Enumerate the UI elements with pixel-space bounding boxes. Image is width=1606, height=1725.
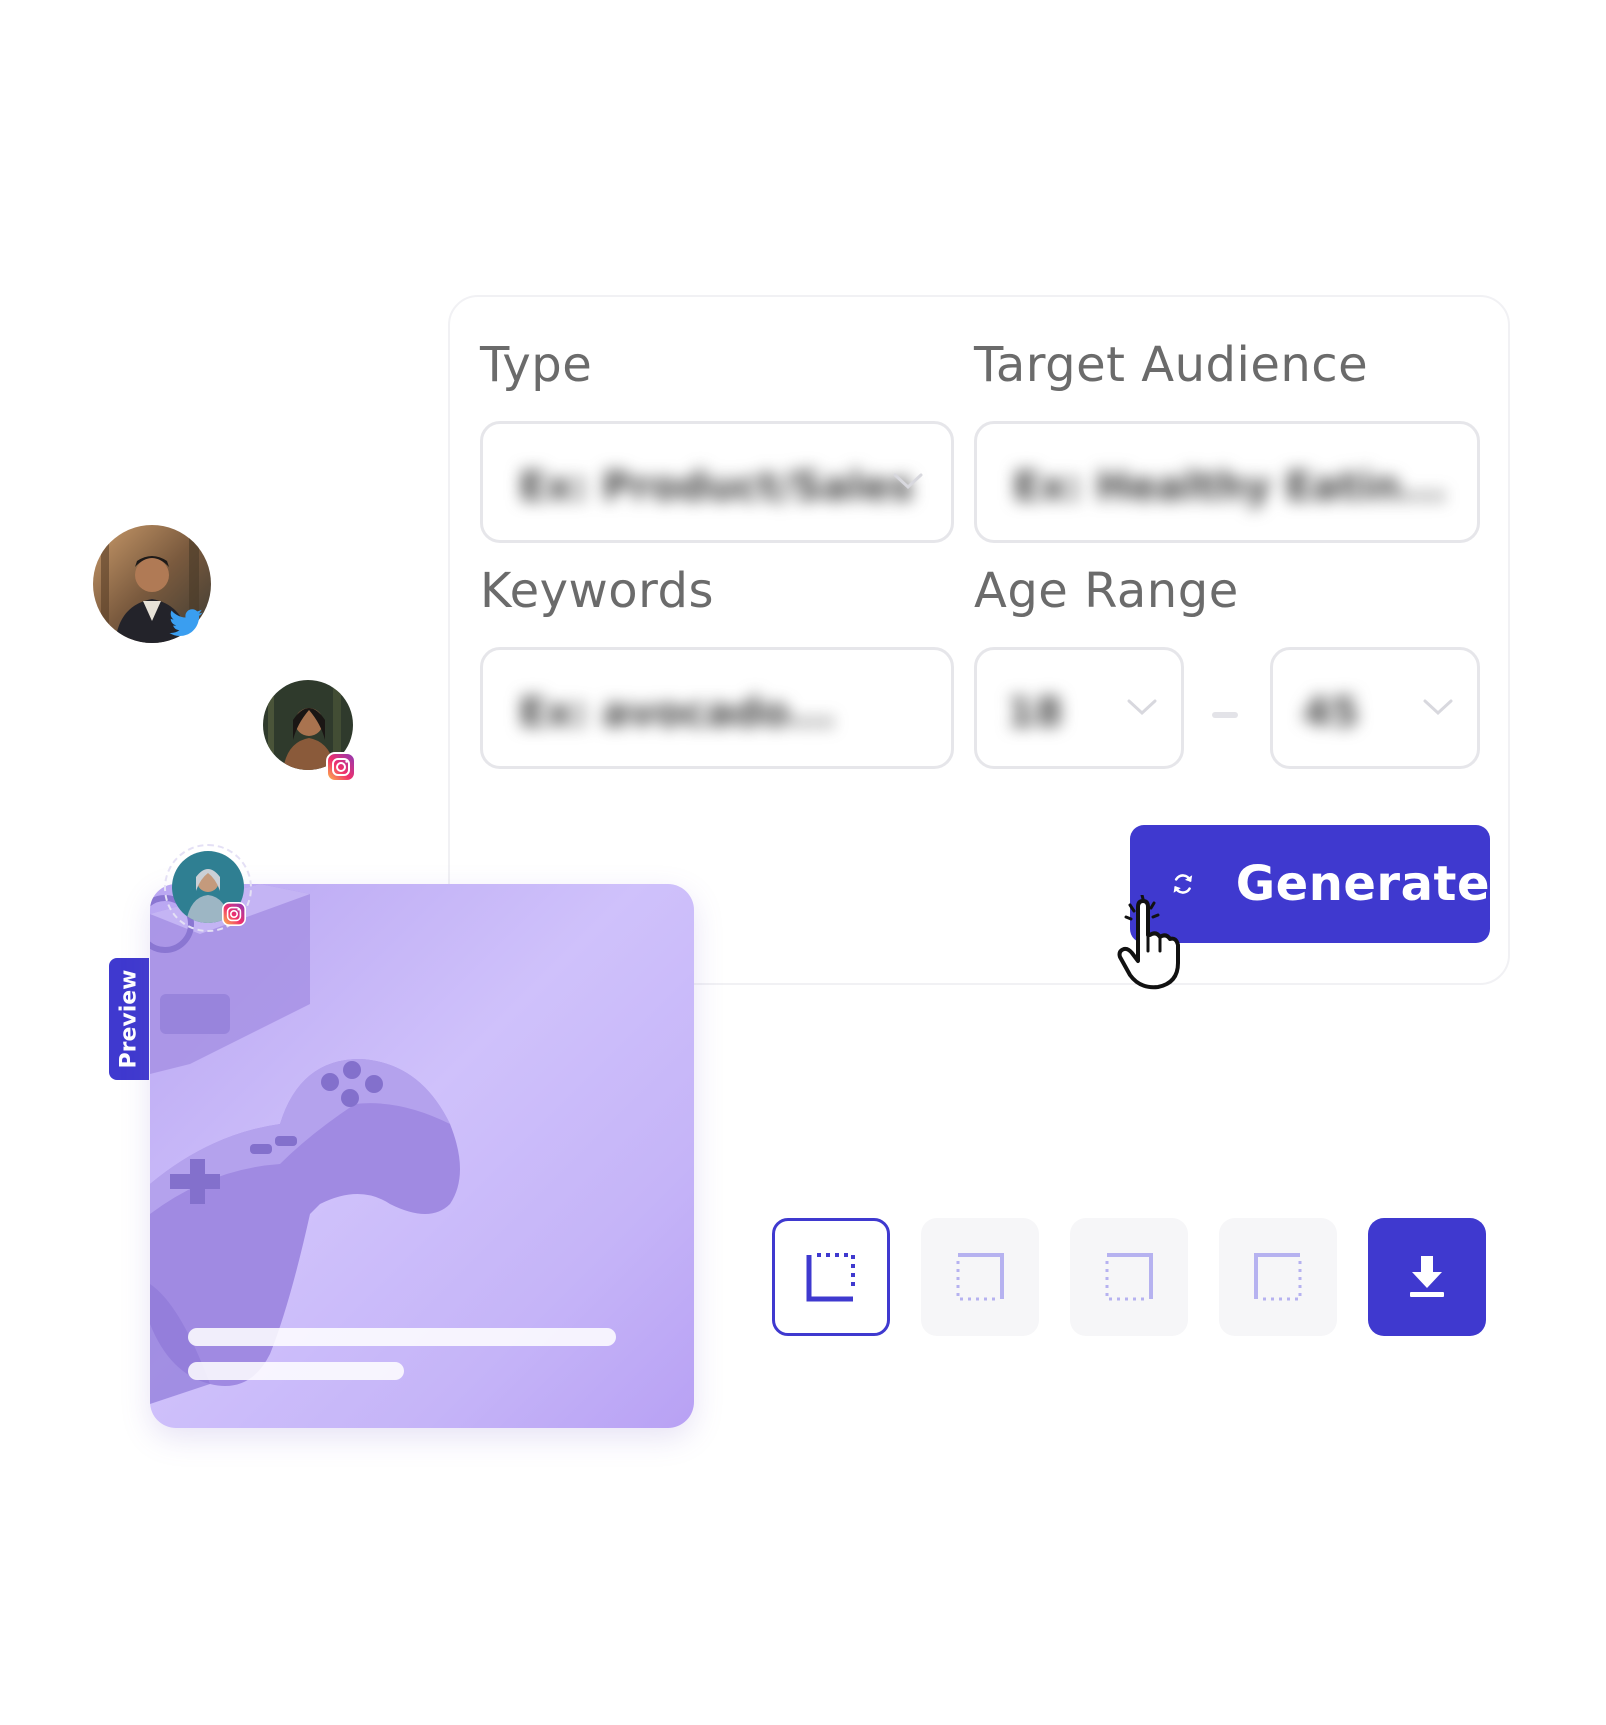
keywords-input[interactable]: Ex: avocado...: [480, 647, 954, 769]
target-audience-label: Target Audience: [974, 337, 1369, 393]
age-range-separator: [1212, 712, 1238, 718]
keywords-label: Keywords: [480, 563, 715, 619]
layout-option-4-button[interactable]: [1219, 1218, 1337, 1336]
age-max-value: 45: [1303, 690, 1359, 736]
layout-top-left-icon: [1254, 1253, 1302, 1301]
game-controller-image: [150, 884, 460, 1404]
instagram-icon: [326, 752, 356, 782]
layout-bottom-left-icon: [806, 1253, 855, 1302]
download-button[interactable]: [1368, 1218, 1486, 1336]
layout-top-right-icon: [956, 1253, 1004, 1301]
type-label: Type: [480, 337, 593, 393]
download-icon: [1410, 1256, 1444, 1297]
age-min-select[interactable]: 18: [974, 647, 1184, 769]
type-select-value: Ex: Product/Sales: [519, 464, 914, 510]
keywords-value: Ex: avocado...: [519, 690, 835, 736]
chevron-down-icon: [1127, 699, 1157, 716]
caption-placeholder-line-2: [188, 1362, 404, 1380]
target-audience-input[interactable]: Ex: Healthy Eatin...: [974, 421, 1480, 543]
caption-placeholder-line-1: [188, 1328, 616, 1346]
layout-top-right-alt-icon: [1105, 1253, 1153, 1301]
hand-pointer-icon: [1117, 895, 1180, 990]
type-select[interactable]: Ex: Product/Sales: [480, 421, 954, 543]
layout-option-3-button[interactable]: [1070, 1218, 1188, 1336]
layout-option-2-button[interactable]: [921, 1218, 1039, 1336]
instagram-icon: [222, 902, 246, 926]
age-range-label: Age Range: [974, 563, 1239, 619]
preview-tab[interactable]: Preview: [109, 958, 149, 1080]
chevron-down-icon: [893, 473, 923, 490]
generate-label: Generate: [1235, 856, 1490, 912]
target-audience-value: Ex: Healthy Eatin...: [1013, 464, 1447, 510]
layout-option-1-button[interactable]: [772, 1218, 890, 1336]
age-max-select[interactable]: 45: [1270, 647, 1480, 769]
preview-tab-label: Preview: [116, 969, 142, 1069]
chevron-down-icon: [1423, 699, 1453, 716]
twitter-icon: [168, 609, 204, 639]
age-min-value: 18: [1007, 690, 1063, 736]
preview-card: [150, 884, 694, 1428]
